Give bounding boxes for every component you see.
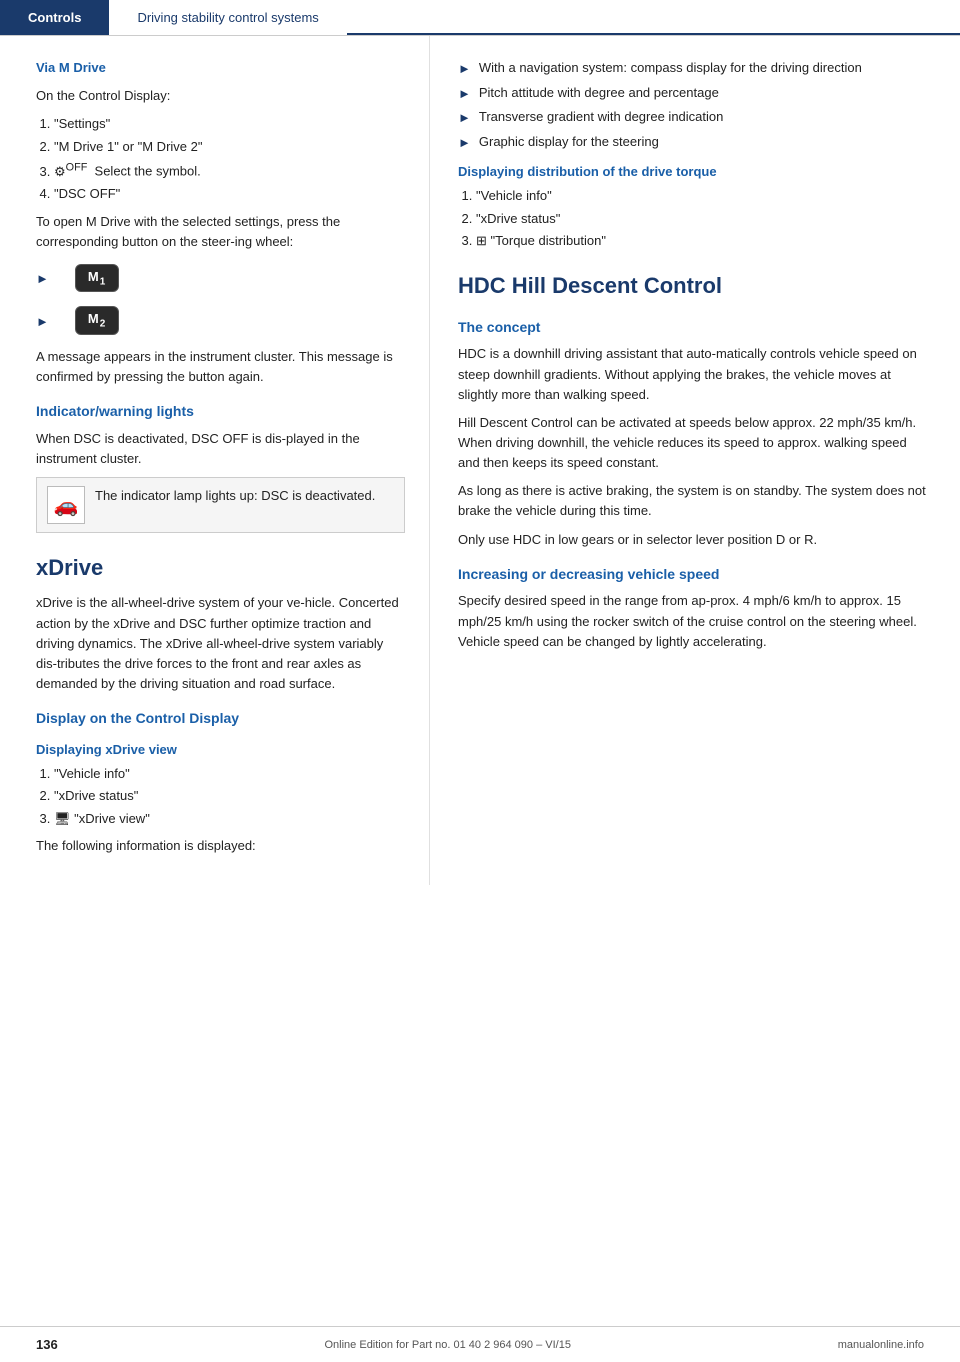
right-column: ► With a navigation system: compass disp… — [430, 36, 960, 885]
speed-heading: Increasing or decreasing vehicle speed — [458, 564, 932, 586]
message-text: A message appears in the instrument clus… — [36, 347, 405, 387]
gear-icon: ⚙OFF — [54, 164, 87, 179]
torque-heading: Displaying distribution of the drive tor… — [458, 162, 932, 182]
step-2: "M Drive 1" or "M Drive 2" — [54, 137, 405, 157]
dsc-warning-symbol: 🚗 — [54, 493, 79, 518]
page-footer: 136 Online Edition for Part no. 01 40 2 … — [0, 1326, 960, 1362]
xdrive-main-heading: xDrive — [36, 551, 405, 585]
bullet-arrow-m2: ► — [36, 314, 49, 329]
xdrive-step-3: 🖥 "xDrive view" — [54, 809, 405, 829]
main-content: Via M Drive On the Control Display: "Set… — [0, 36, 960, 885]
following-info: The following information is displayed: — [36, 836, 405, 856]
bullet-list: ► With a navigation system: compass disp… — [458, 58, 932, 152]
speed-body: Specify desired speed in the range from … — [458, 591, 932, 651]
page-number: 136 — [36, 1337, 58, 1352]
torque-step-1: "Vehicle info" — [476, 186, 932, 206]
after-steps-text: To open M Drive with the selected settin… — [36, 212, 405, 252]
via-m-drive-heading: Via M Drive — [36, 58, 405, 78]
via-m-drive-intro: On the Control Display: — [36, 86, 405, 106]
bullet-item-3: ► Graphic display for the steering — [458, 132, 932, 153]
concept-para-3: Only use HDC in low gears or in selector… — [458, 530, 932, 550]
step-1: "Settings" — [54, 114, 405, 134]
dsc-icon: 🚗 — [47, 486, 85, 524]
display-heading: Display on the Control Display — [36, 708, 405, 730]
m2-bullet-row: ► M2 — [36, 302, 405, 339]
bullet-text-1: Pitch attitude with degree and percentag… — [479, 83, 719, 103]
step-4: "DSC OFF" — [54, 184, 405, 204]
warning-box: 🚗 The indicator lamp lights up: DSC is d… — [36, 477, 405, 533]
xdrive-step-1: "Vehicle info" — [54, 764, 405, 784]
m1-bullet-row: ► M1 — [36, 260, 405, 297]
torque-steps: "Vehicle info" "xDrive status" ⊞ "Torque… — [476, 186, 932, 251]
xdrive-step-2: "xDrive status" — [54, 786, 405, 806]
bullet-arrow-2: ► — [458, 108, 471, 128]
bullet-item-0: ► With a navigation system: compass disp… — [458, 58, 932, 79]
indicator-heading: Indicator/warning lights — [36, 401, 405, 423]
torque-step-2: "xDrive status" — [476, 209, 932, 229]
tab-driving-stability[interactable]: Driving stability control systems — [109, 0, 346, 35]
page-header: Controls Driving stability control syste… — [0, 0, 960, 36]
indicator-body: When DSC is deactivated, DSC OFF is dis‑… — [36, 429, 405, 469]
bullet-arrow-1: ► — [458, 84, 471, 104]
hdc-heading: HDC Hill Descent Control — [458, 269, 932, 303]
concept-para-2: As long as there is active braking, the … — [458, 481, 932, 521]
xdrive-body: xDrive is the all-wheel-drive system of … — [36, 593, 405, 694]
header-line — [347, 33, 960, 35]
left-column: Via M Drive On the Control Display: "Set… — [0, 36, 430, 885]
bullet-text-2: Transverse gradient with degree indicati… — [479, 107, 724, 127]
bullet-arrow-0: ► — [458, 59, 471, 79]
bullet-item-1: ► Pitch attitude with degree and percent… — [458, 83, 932, 104]
m2-label: M2 — [88, 311, 106, 330]
concept-para-0: HDC is a downhill driving assistant that… — [458, 344, 932, 404]
bullet-arrow-m1: ► — [36, 271, 49, 286]
bullet-text-0: With a navigation system: compass displa… — [479, 58, 862, 78]
bullet-item-2: ► Transverse gradient with degree indica… — [458, 107, 932, 128]
m1-button: M1 — [75, 264, 119, 293]
footer-info: Online Edition for Part no. 01 40 2 964 … — [325, 1339, 571, 1351]
concept-heading: The concept — [458, 317, 932, 339]
torque-icon: ⊞ — [476, 233, 487, 248]
bullet-arrow-3: ► — [458, 133, 471, 153]
step-3: ⚙OFF Select the symbol. — [54, 159, 405, 181]
xdrive-steps: "Vehicle info" "xDrive status" 🖥 "xDrive… — [54, 764, 405, 829]
footer-site: manualonline.info — [838, 1339, 924, 1351]
tab-controls[interactable]: Controls — [0, 0, 109, 35]
bullet-text-3: Graphic display for the steering — [479, 132, 659, 152]
displaying-xdrive-heading: Displaying xDrive view — [36, 740, 405, 760]
warning-text: The indicator lamp lights up: DSC is dea… — [95, 486, 375, 506]
torque-step-3: ⊞ "Torque distribution" — [476, 231, 932, 251]
concept-para-1: Hill Descent Control can be activated at… — [458, 413, 932, 473]
m1-label: M1 — [88, 269, 106, 288]
via-m-drive-steps: "Settings" "M Drive 1" or "M Drive 2" ⚙O… — [54, 114, 405, 203]
monitor-icon: 🖥 — [54, 811, 71, 826]
m2-button: M2 — [75, 306, 119, 335]
m-buttons-area: ► M1 ► M2 — [36, 260, 405, 339]
